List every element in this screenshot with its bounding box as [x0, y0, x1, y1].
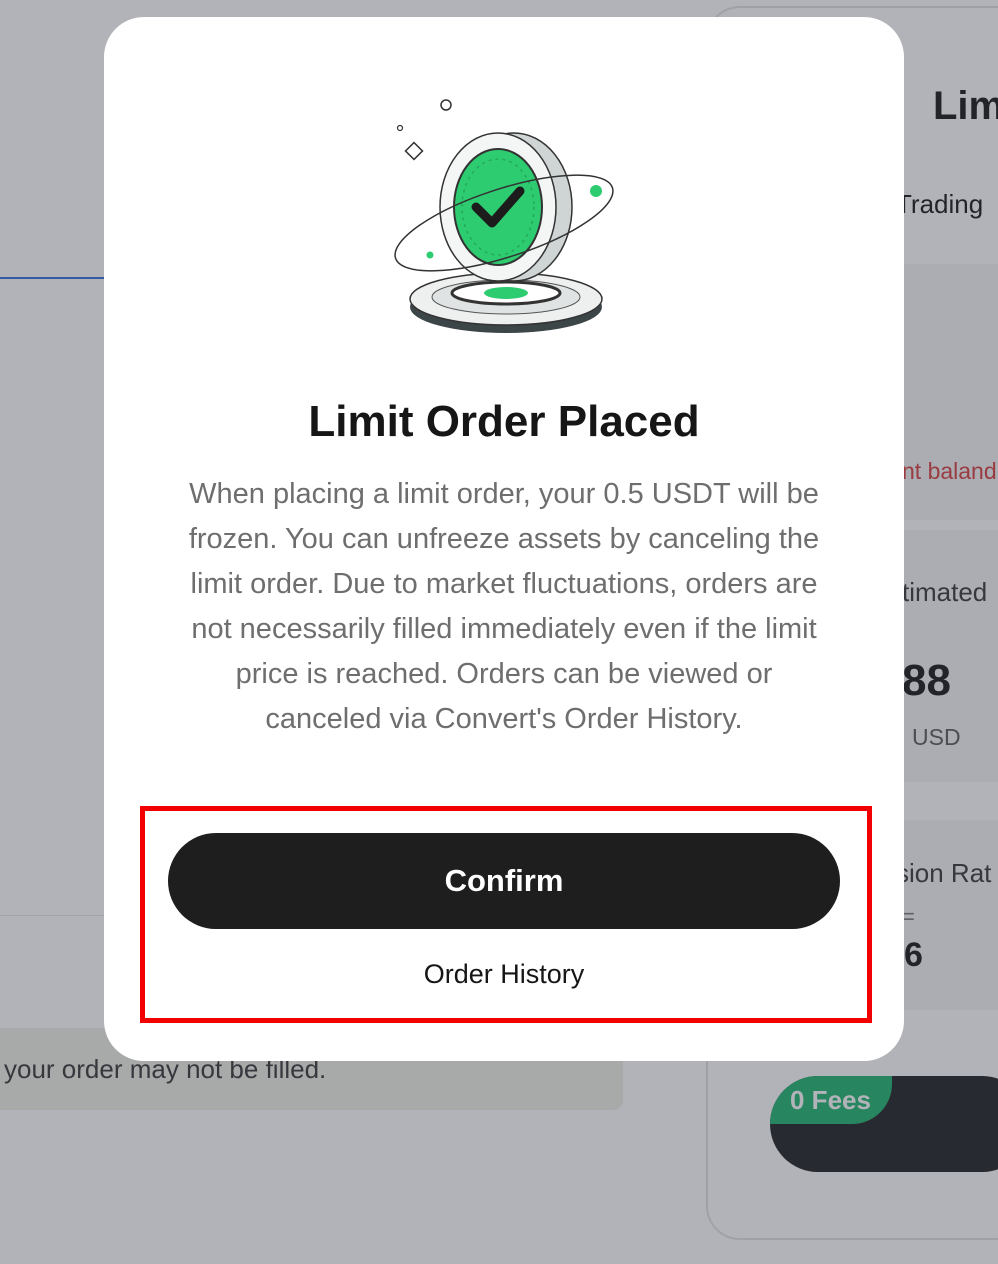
order-history-link[interactable]: Order History	[104, 959, 904, 990]
dialog-title: Limit Order Placed	[308, 397, 700, 446]
confirm-button[interactable]: Confirm	[168, 833, 840, 929]
dialog-message: When placing a limit order, your 0.5 USD…	[188, 478, 820, 735]
limit-order-placed-dialog: Limit Order Placed When placing a limit …	[104, 17, 904, 1061]
success-coin-checkmark-icon	[394, 99, 614, 333]
